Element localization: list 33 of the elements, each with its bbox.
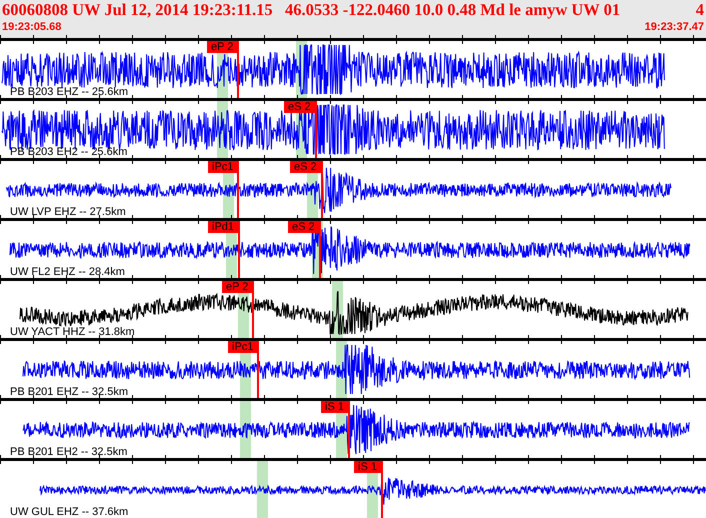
pick-window bbox=[257, 461, 268, 518]
pick-flag[interactable]: eS 2 bbox=[290, 161, 321, 173]
pick-line bbox=[252, 281, 254, 338]
pick-line bbox=[238, 221, 240, 278]
trace-label: UW LVP EHZ -- 27.5km bbox=[10, 206, 126, 218]
pick-line bbox=[257, 341, 260, 398]
trace-label: PB B201 EH2 -- 32.5km bbox=[10, 446, 128, 458]
pick-flag[interactable]: eS 2 bbox=[288, 221, 319, 233]
event-title: 60060808 UW Jul 12, 2014 19:23:11.15 46.0533 -122.0460 10.0 0.48 Md le amyw UW 01 bbox=[2, 0, 620, 20]
pick-line bbox=[320, 161, 323, 218]
pick-flag[interactable]: eS 2 bbox=[284, 101, 315, 113]
trace-label: PB B203 EHZ -- 25.6km bbox=[10, 86, 128, 98]
trace-label: UW FL2 EHZ -- 28.4km bbox=[10, 266, 125, 278]
end-time: 19:23:37.47 bbox=[644, 20, 704, 34]
trace-label: PB B201 EHZ -- 32.5km bbox=[10, 386, 128, 398]
pick-line bbox=[237, 41, 240, 98]
event-count: 4 bbox=[696, 0, 704, 20]
pick-flag[interactable]: iPc1 bbox=[208, 161, 238, 173]
pick-flag[interactable]: iPd1 bbox=[208, 221, 238, 233]
pick-flag[interactable]: iS 1 bbox=[354, 461, 381, 473]
pick-flag[interactable]: eP 2 bbox=[222, 281, 252, 293]
pick-line bbox=[314, 101, 317, 158]
pick-line bbox=[380, 461, 383, 518]
trace-label: UW YACT HHZ -- 31.8km bbox=[10, 326, 135, 338]
trace-label: UW GUL EHZ -- 37.6km bbox=[10, 506, 128, 518]
pick-line bbox=[348, 401, 350, 458]
pick-line bbox=[318, 221, 321, 278]
pick-flag[interactable]: iPc1 bbox=[228, 341, 258, 353]
pick-line bbox=[237, 161, 240, 218]
start-time: 19:23:05.68 bbox=[2, 20, 62, 34]
pick-flag[interactable]: eP 2 bbox=[207, 41, 238, 53]
pick-flag[interactable]: iS 1 bbox=[321, 401, 348, 413]
trace-label: PB B203 EH2 -- 25.6km bbox=[10, 146, 128, 158]
